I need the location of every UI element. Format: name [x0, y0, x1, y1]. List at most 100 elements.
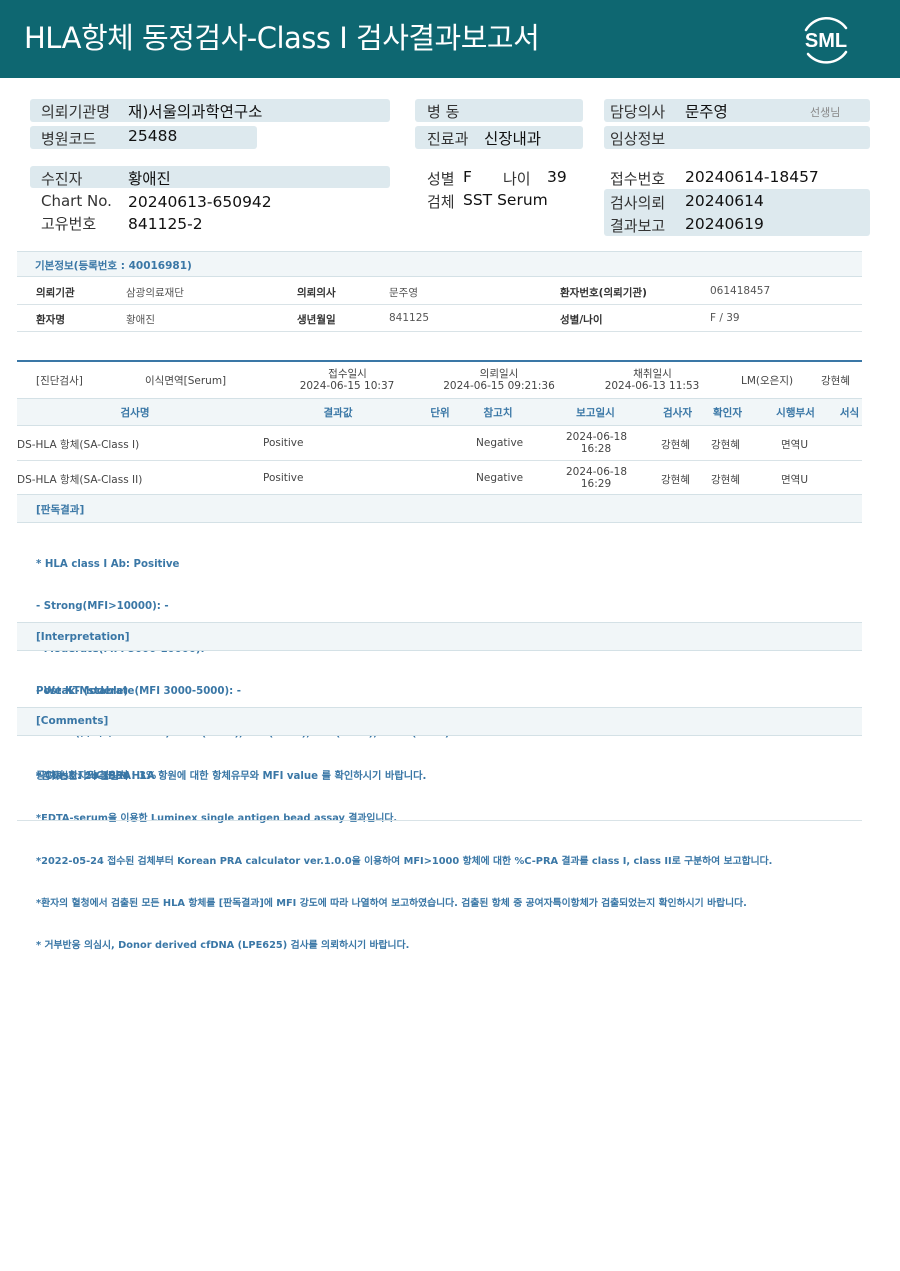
doctor-suffix: 선생님 — [810, 106, 841, 119]
row-checker: 강현혜 — [711, 439, 740, 451]
comment-line: *검체번호: 24-1550 — [36, 771, 130, 783]
report-header: HLA항체 동정검사-Class Ⅰ 검사결과보고서 SML — [0, 0, 900, 78]
row-ref: Negative — [476, 472, 524, 484]
department-value: 신장내과 — [484, 130, 542, 148]
request-time-label: 의뢰일시 — [479, 368, 519, 380]
diagnosis-top-line — [17, 360, 862, 362]
doctor-label: 담당의사 — [610, 103, 666, 121]
lm-name: LM(오은지) — [741, 375, 794, 387]
diagnosis-person: 강현혜 — [821, 375, 850, 387]
col-form: 서식 — [839, 407, 860, 419]
hospital-code-label: 병원코드 — [41, 130, 97, 148]
request-time-value: 2024-06-15 09:21:36 — [443, 380, 555, 392]
sex-value: F — [463, 168, 472, 186]
basic-l3: 환자번호(의뢰기관) — [560, 287, 647, 299]
col-checker: 확인자 — [713, 407, 742, 419]
row-checker: 강현혜 — [711, 474, 740, 486]
basic-r2-l2: 생년월일 — [297, 314, 336, 326]
interpretation-line: Post KT (stable) — [36, 686, 129, 698]
col-dept: 시행부서 — [776, 407, 815, 419]
divider — [17, 820, 862, 821]
col-tester: 검사자 — [663, 407, 692, 419]
basic-r2-l1: 환자명 — [36, 314, 65, 326]
diagnosis-label: [진단검사] — [36, 375, 83, 387]
age-value: 39 — [547, 168, 567, 186]
col-result: 결과값 — [323, 407, 353, 419]
comment-line: * 거부반응 의심시, Donor derived cfDNA (LPE625)… — [36, 940, 410, 952]
institution-label: 의뢰기관명 — [41, 103, 111, 121]
divider — [17, 304, 862, 305]
interpretation-header — [17, 622, 862, 651]
receipt-no-value: 20240614-18457 — [685, 168, 819, 186]
divider — [17, 331, 862, 332]
patient-name-bar — [30, 166, 390, 188]
col-report-date: 보고일시 — [576, 407, 615, 419]
row-tester: 강현혜 — [661, 439, 690, 451]
basic-r2-l3: 성별/나이 — [560, 314, 603, 326]
result-line: * HLA class I Ab: Positive — [36, 559, 180, 571]
institution-value: 재)서울의과학연구소 — [128, 103, 263, 121]
row-dept: 면역U — [781, 439, 809, 451]
patient-name-value: 황애진 — [128, 170, 171, 188]
specimen-label: 검체 — [427, 193, 455, 211]
report-date-value: 20240619 — [685, 215, 764, 233]
ward-label: 병 동 — [427, 103, 460, 121]
basic-r2-v2: 841125 — [389, 312, 430, 324]
basic-r2-v3: F / 39 — [710, 312, 740, 324]
row-report-time: 16:28 — [580, 443, 612, 455]
row-result: Positive — [263, 472, 304, 484]
row-report-time: 16:29 — [580, 478, 612, 490]
basic-l1: 의뢰기관 — [36, 287, 75, 299]
interpretation-result-header — [17, 494, 862, 523]
collect-time-label: 채취일시 — [633, 368, 672, 380]
row-report-date: 2024-06-18 — [566, 466, 628, 478]
row-dept: 면역U — [781, 474, 809, 486]
row-report-date: 2024-06-18 — [566, 431, 628, 443]
id-no-value: 841125-2 — [128, 215, 203, 233]
col-test-name: 검사명 — [120, 407, 150, 419]
hospital-code-value: 25488 — [128, 127, 178, 145]
id-no-label: 고유번호 — [41, 215, 97, 233]
chart-no-value: 20240613-650942 — [128, 193, 272, 211]
report-title: HLA항체 동정검사-Class Ⅰ 검사결과보고서 — [24, 21, 540, 55]
basic-v3: 061418457 — [710, 285, 771, 297]
department-label: 진료과 — [427, 130, 469, 148]
patient-name-label: 수진자 — [41, 170, 83, 188]
age-label: 나이 — [503, 170, 531, 188]
logo-text: SML — [805, 30, 847, 52]
result-line: - Strong(MFI>10000): - — [36, 601, 169, 613]
row-test-name: DS-HLA 항체(SA-Class I) — [17, 439, 140, 451]
basic-r2-v1: 황애진 — [126, 314, 155, 326]
col-unit: 단위 — [430, 407, 450, 419]
doctor-value: 문주영 — [685, 103, 728, 121]
comments-title: [Comments] — [36, 715, 109, 727]
request-date-value: 20240614 — [685, 192, 764, 210]
row-test-name: DS-HLA 항체(SA-Class II) — [17, 474, 143, 486]
chart-no-label: Chart No. — [41, 192, 112, 210]
request-date-label: 검사의뢰 — [610, 194, 666, 212]
receipt-time-value: 2024-06-15 10:37 — [299, 380, 395, 392]
comment-line: *2022-05-24 접수된 검체부터 Korean PRA calculat… — [36, 855, 773, 867]
comments-header — [17, 707, 862, 736]
receipt-no-label: 접수번호 — [610, 170, 666, 188]
col-ref: 참고치 — [483, 407, 513, 419]
interpretation-title: [Interpretation] — [36, 631, 130, 643]
row-tester: 강현혜 — [661, 474, 690, 486]
sex-label: 성별 — [427, 170, 455, 188]
basic-v2: 문주영 — [389, 287, 418, 299]
report-date-label: 결과보고 — [610, 217, 666, 235]
clinical-info-label: 임상정보 — [610, 130, 666, 148]
divider — [17, 460, 862, 461]
interpretation-result-title: [판독결과] — [36, 504, 85, 516]
sml-logo: SML — [804, 16, 848, 64]
diagnosis-type: 이식면역[Serum] — [145, 375, 227, 387]
receipt-time-label: 접수일시 — [328, 368, 367, 380]
row-result: Positive — [263, 437, 304, 449]
row-ref: Negative — [476, 437, 524, 449]
basic-l2: 의뢰의사 — [297, 287, 336, 299]
collect-time-value: 2024-06-13 11:53 — [604, 380, 700, 392]
basic-v1: 삼광의료재단 — [126, 287, 184, 299]
specimen-value: SST Serum — [463, 191, 548, 209]
basic-info-title: 기본정보(등록번호 : 40016981) — [35, 260, 192, 272]
comments-lines: *검체번호: 24-1550 *EDTA-serum을 이용한 Luminex … — [36, 742, 772, 968]
